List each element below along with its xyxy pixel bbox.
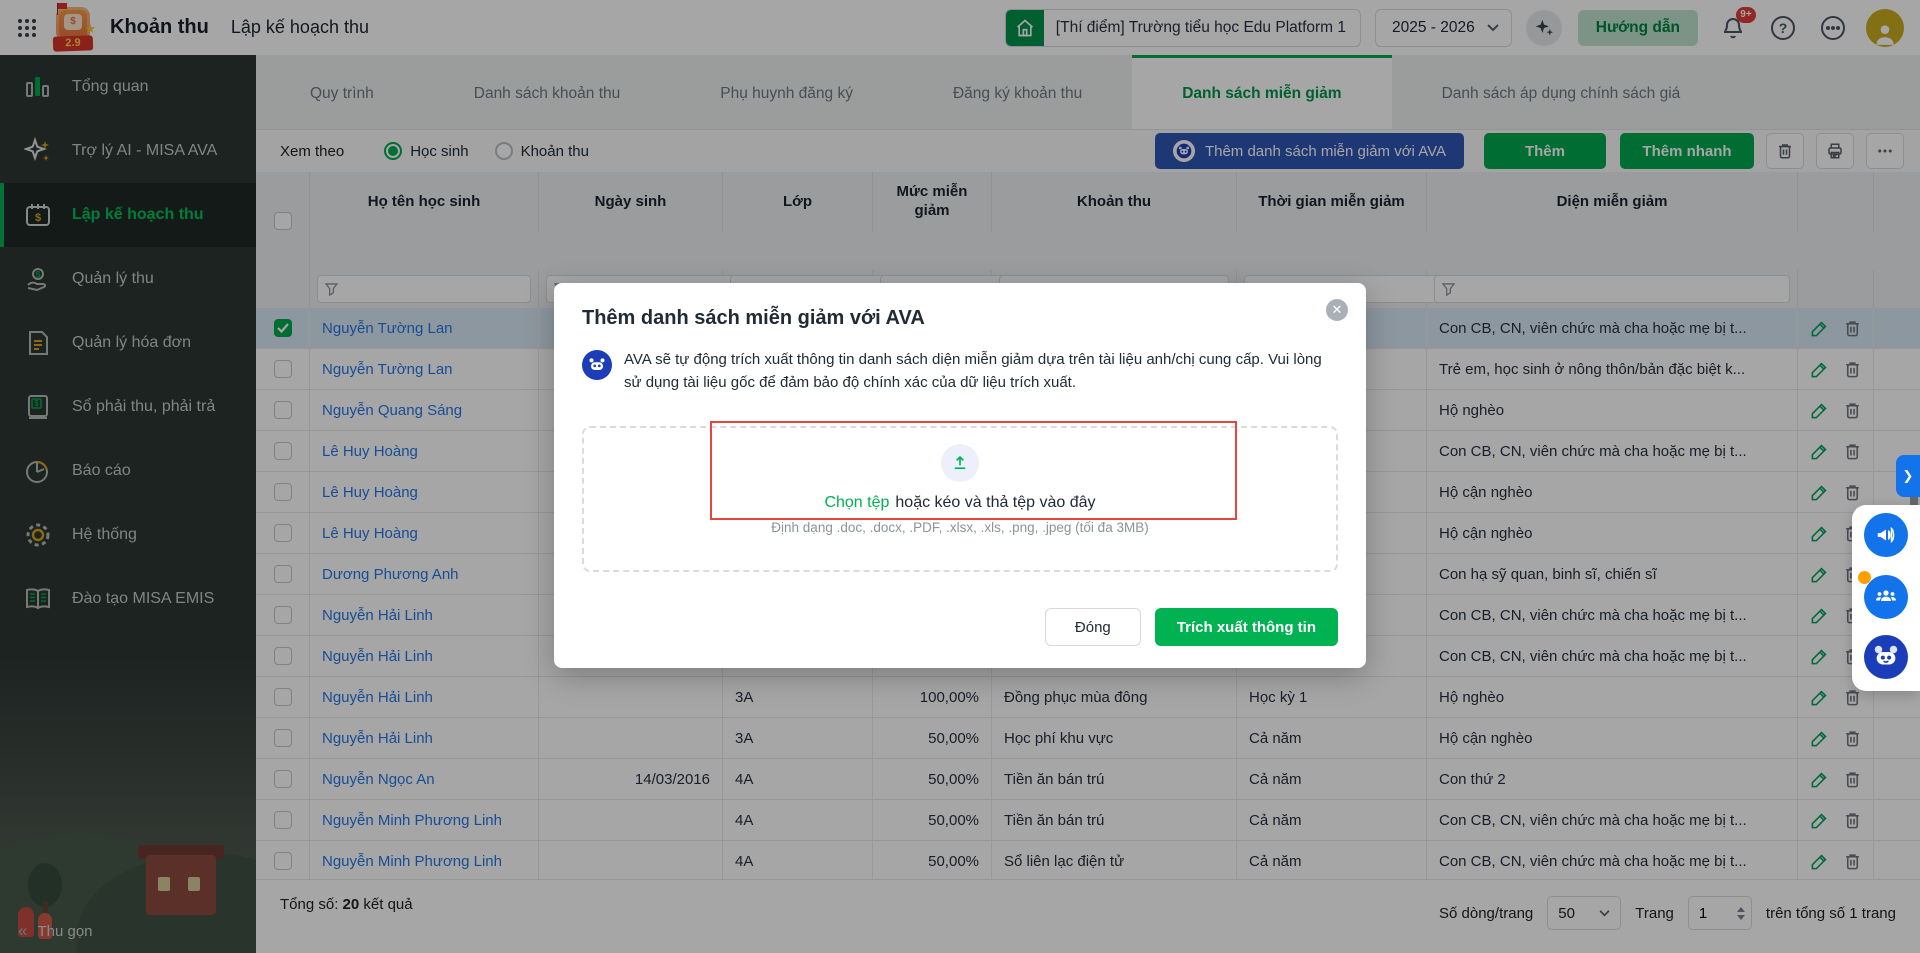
ava-assistant-button[interactable]	[1864, 635, 1908, 679]
floating-widget-panel	[1852, 505, 1920, 691]
modal-close-icon[interactable]: ✕	[1326, 299, 1348, 321]
upload-icon	[941, 444, 979, 482]
format-hint: Định dạng .doc, .docx, .PDF, .xlsx, .xls…	[771, 520, 1148, 535]
community-notification-dot	[1858, 571, 1871, 584]
ava-bot-icon	[582, 350, 612, 380]
community-button[interactable]	[1864, 575, 1908, 619]
side-panel-toggle[interactable]: ❯	[1896, 455, 1920, 497]
ava-panda-icon	[1871, 642, 1901, 672]
announcement-button[interactable]	[1864, 513, 1908, 557]
ava-upload-modal: ✕ Thêm danh sách miễn giảm với AVA AVA s…	[554, 283, 1366, 668]
drop-hint: hoặc kéo và thả tệp vào đây	[895, 494, 1095, 511]
extract-info-button[interactable]: Trích xuất thông tin	[1155, 608, 1338, 646]
modal-title: Thêm danh sách miễn giảm với AVA	[554, 283, 1366, 330]
file-dropzone[interactable]: Chọn tệp hoặc kéo và thả tệp vào đây Định…	[582, 426, 1338, 572]
choose-file-link[interactable]: Chọn tệp	[824, 494, 889, 511]
modal-close-button[interactable]: Đóng	[1045, 608, 1141, 646]
modal-description: AVA sẽ tự động trích xuất thông tin danh…	[624, 348, 1338, 395]
people-icon	[1874, 585, 1898, 609]
megaphone-icon	[1875, 524, 1897, 546]
